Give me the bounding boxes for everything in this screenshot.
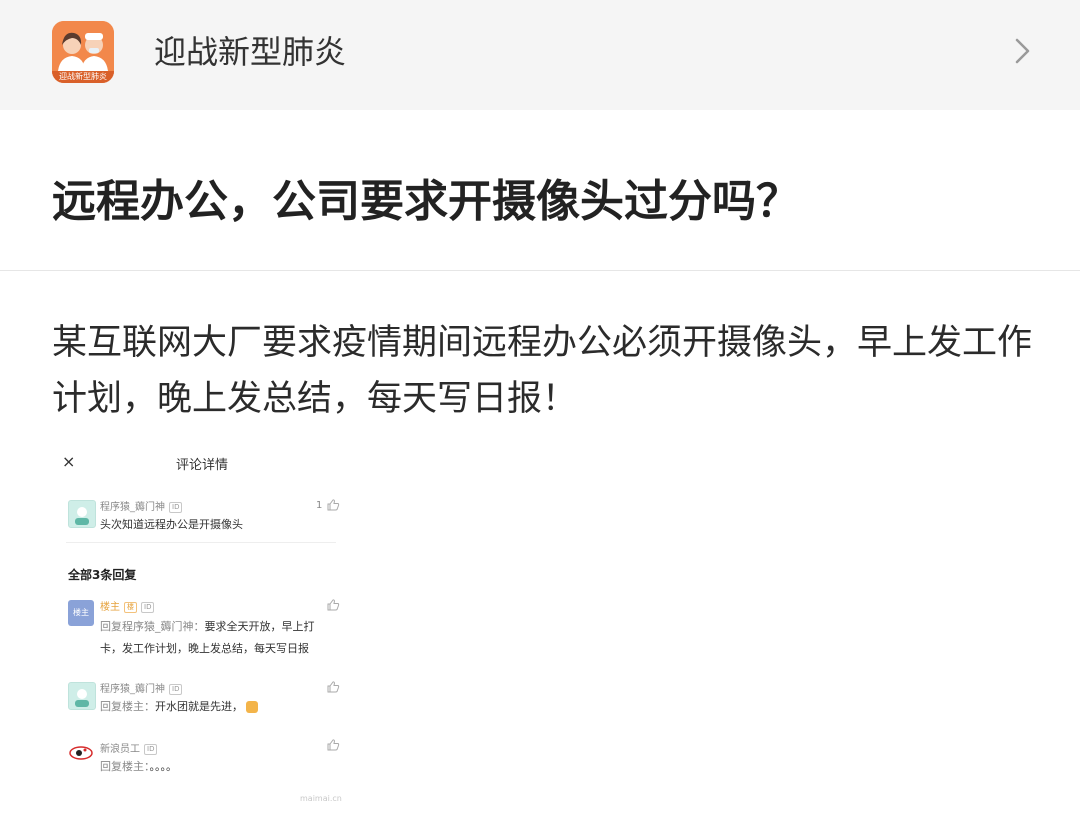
id-badge: ID <box>144 743 158 755</box>
reply-text: 回复楼主：开水团就是先进， <box>100 698 258 714</box>
programmer-avatar-icon <box>75 689 89 707</box>
replies-section-label: 全部3条回复 <box>68 568 137 582</box>
reply-body: 要求全天开放，早上打 <box>204 620 315 633</box>
avatar <box>68 500 96 528</box>
reply-username: 程序猿_薅门神 ID <box>100 680 183 695</box>
reply-prefix: 回复楼主： <box>100 700 155 713</box>
chevron-right-icon[interactable] <box>1010 36 1034 66</box>
comment-username: 程序猿_薅门神 ID <box>100 498 183 513</box>
thumbs-up-icon <box>327 739 340 751</box>
id-badge: ID <box>141 601 155 613</box>
watermark: maimai.cn <box>300 794 342 803</box>
avatar <box>68 682 96 710</box>
username-text: 程序猿_薅门神 <box>100 684 165 695</box>
article-title: 远程办公，公司要求开摄像头过分吗？ <box>52 176 800 227</box>
embedded-comment-screenshot: × 评论详情 程序猿_薅门神 ID 头次知道远程办公是开摄像头 1 全部3条回复 … <box>60 440 360 820</box>
thumbs-up-icon <box>327 599 340 611</box>
programmer-avatar-icon <box>75 507 89 525</box>
reply-body: 。。。。 <box>149 760 178 773</box>
id-badge: ID <box>169 683 183 695</box>
divider <box>0 270 1080 271</box>
comment-text: 头次知道远程办公是开摄像头 <box>100 518 243 531</box>
reply-body: 开水团就是先进， <box>155 700 243 713</box>
id-badge: ID <box>169 501 183 513</box>
comment-detail-title: 评论详情 <box>176 458 229 473</box>
app-icon[interactable]: 迎战新型肺炎 <box>52 21 114 83</box>
avatar: 楼主 <box>68 600 94 626</box>
thumbs-up-icon <box>327 681 340 693</box>
emoji-icon <box>246 701 258 713</box>
reply-prefix: 回复楼主： <box>100 760 150 773</box>
reply-username: 楼主楼 ID <box>100 598 155 613</box>
reply-username: 新浪员工 ID <box>100 740 158 755</box>
topic-header[interactable]: 迎战新型肺炎 迎战新型肺炎 <box>0 0 1080 110</box>
reply-prefix: 回复程序猿_薅门神： <box>100 620 205 633</box>
close-icon: × <box>62 452 76 471</box>
app-icon-caption: 迎战新型肺炎 <box>52 71 114 83</box>
username-text: 程序猿_薅门神 <box>100 502 165 513</box>
article-body: 某互联网大厂要求疫情期间远程办公必须开摄像头，早上发工作计划，晚上发总结，每天写… <box>52 323 1033 419</box>
host-badge: 楼 <box>124 601 137 613</box>
like-count: 1 <box>316 500 323 511</box>
username-text: 楼主 <box>100 602 120 613</box>
reply-text-line2: 卡，发工作计划，晚上发总结，每天写日报 <box>100 642 309 655</box>
username-text: 新浪员工 <box>100 744 140 755</box>
avatar <box>68 740 94 766</box>
topic-name[interactable]: 迎战新型肺炎 <box>154 30 346 74</box>
sina-logo-icon <box>69 746 93 760</box>
reply-text: 回复楼主：。。。。 <box>100 758 177 774</box>
thumbs-up-icon <box>327 499 340 511</box>
reply-text-line1: 回复程序猿_薅门神：要求全天开放，早上打 <box>100 618 315 634</box>
separator <box>66 542 336 543</box>
